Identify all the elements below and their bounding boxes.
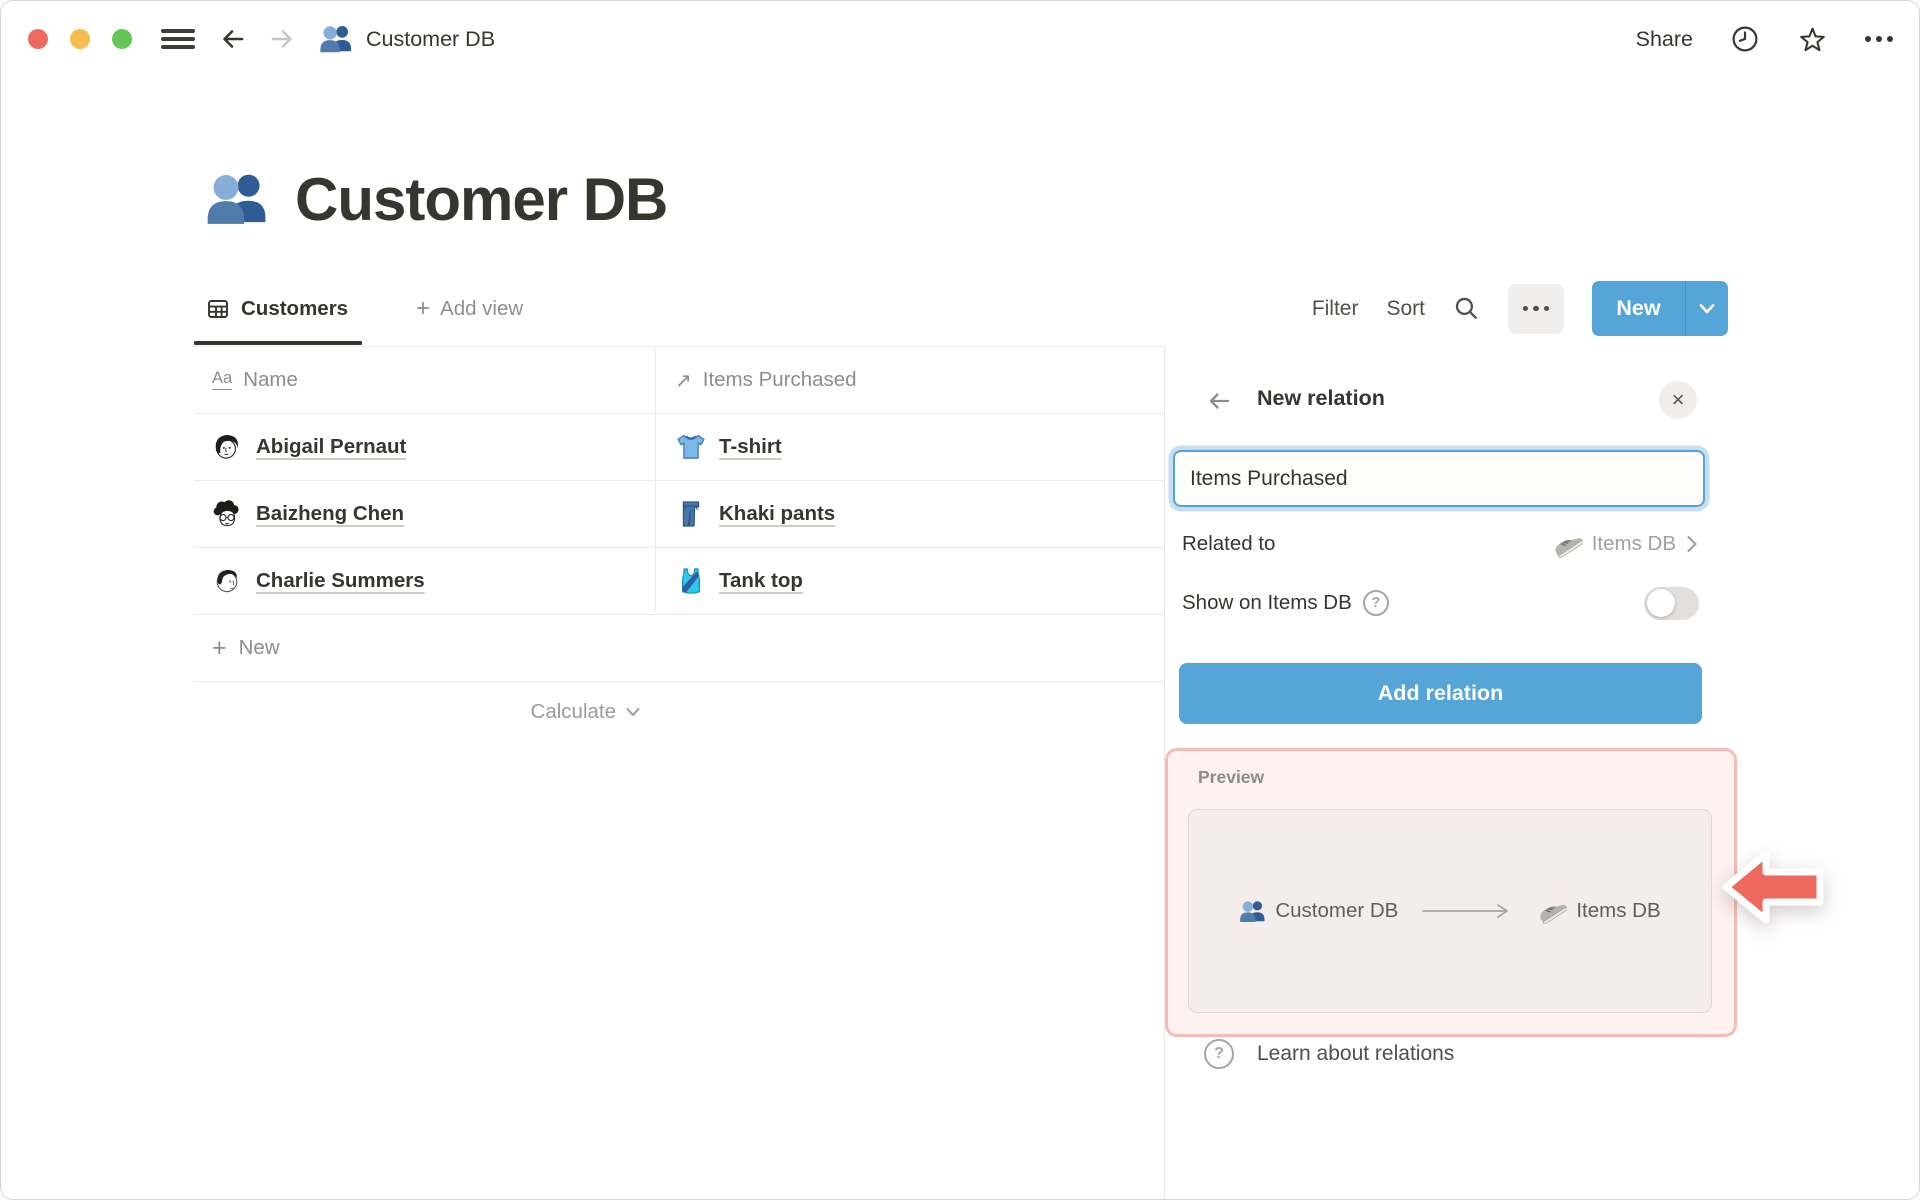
breadcrumb-title: Customer DB (366, 26, 496, 51)
preview-highlight-box: Preview Customer DB Items DB (1165, 748, 1737, 1037)
back-arrow-icon[interactable] (217, 23, 249, 55)
column-divider[interactable] (655, 346, 656, 611)
close-icon[interactable]: × (1659, 381, 1697, 419)
related-to-row[interactable]: Related to Items DB (1173, 520, 1705, 568)
record-name-link[interactable]: Charlie Summers (256, 569, 425, 593)
preview-label: Preview (1198, 767, 1265, 787)
annotation-arrow-icon (1722, 850, 1824, 924)
record-name-link[interactable]: Baizheng Chen (256, 502, 404, 526)
relation-item-link[interactable]: Tank top (719, 569, 803, 593)
relation-preview-card: Customer DB Items DB (1188, 809, 1712, 1013)
learn-about-relations-link[interactable]: ? Learn about relations (1204, 1039, 1454, 1069)
t-shirt-icon (677, 434, 705, 459)
panel-back-icon[interactable] (1204, 386, 1234, 416)
people-icon (1240, 900, 1265, 922)
add-relation-button[interactable]: Add relation (1179, 663, 1702, 724)
relation-item-link[interactable]: T-shirt (719, 435, 782, 459)
chevron-down-icon[interactable] (1686, 281, 1728, 336)
new-record-label[interactable]: New (1592, 281, 1685, 336)
breadcrumb[interactable]: Customer DB (319, 1, 495, 77)
preview-source: Customer DB (1239, 898, 1398, 925)
customers-table: Aa Name ↗ Items Purchased Abigail Pernau… (194, 346, 1164, 742)
add-view-button[interactable]: + Add view (416, 271, 523, 346)
close-window-button[interactable] (28, 29, 48, 49)
record-name-link[interactable]: Abigail Pernaut (256, 435, 406, 459)
related-to-value[interactable]: Items DB (1551, 531, 1699, 558)
name-cell[interactable]: Abigail Pernaut (194, 414, 655, 480)
avatar-charlie (216, 569, 238, 593)
plus-icon: + (212, 633, 227, 662)
window-controls (28, 29, 132, 49)
share-button[interactable]: Share (1636, 27, 1693, 52)
show-on-toggle[interactable] (1644, 586, 1699, 620)
new-row-button[interactable]: + New (194, 615, 1164, 682)
table-row: Abigail Pernaut T-shirt (194, 414, 1164, 481)
page-title-text: Customer DB (295, 165, 668, 233)
toggle-knob (1646, 589, 1675, 617)
chevron-down-icon (626, 708, 640, 716)
long-arrow-icon (1422, 904, 1509, 918)
more-options-icon[interactable] (1865, 36, 1893, 42)
relation-name-input[interactable] (1173, 450, 1705, 507)
table-view-icon (208, 299, 228, 318)
panel-title: New relation (1257, 386, 1385, 410)
favorite-star-icon[interactable] (1797, 24, 1828, 55)
column-header-name[interactable]: Aa Name (194, 346, 655, 413)
zoom-window-button[interactable] (112, 29, 132, 49)
search-icon[interactable] (1453, 295, 1480, 322)
new-record-button[interactable]: New (1592, 281, 1728, 336)
page-title: Customer DB (205, 151, 668, 247)
jeans-icon (682, 501, 700, 527)
view-controls: Filter Sort New (1312, 271, 1728, 346)
table-header-row: Aa Name ↗ Items Purchased (194, 346, 1164, 414)
title-bar: Customer DB Share (1, 1, 1919, 77)
items-cell[interactable]: Khaki pants (655, 481, 1164, 547)
view-bar: Customers + Add view Filter Sort New (194, 271, 1728, 347)
table-row: Baizheng Chen Khaki pants (194, 481, 1164, 548)
sneaker-icon (1537, 898, 1568, 924)
table-row: Charlie Summers Tank top (194, 548, 1164, 615)
name-cell[interactable]: Baizheng Chen (194, 481, 655, 547)
forward-arrow-icon[interactable] (266, 23, 298, 55)
people-icon (207, 174, 266, 224)
items-cell[interactable]: T-shirt (655, 414, 1164, 480)
notion-window: Customer DB Share Customer DB Customers … (0, 0, 1920, 1200)
sort-button[interactable]: Sort (1386, 297, 1425, 321)
relation-item-link[interactable]: Khaki pants (719, 502, 835, 526)
name-cell[interactable]: Charlie Summers (194, 548, 655, 614)
plus-icon: + (416, 294, 431, 322)
help-icon[interactable]: ? (1362, 590, 1389, 616)
chevron-right-icon (1687, 535, 1697, 553)
tab-customers[interactable]: Customers (194, 271, 363, 346)
new-relation-panel: New relation × Related to Items DB Show … (1165, 346, 1919, 1199)
relation-property-icon: ↗ (675, 367, 692, 392)
show-on-row: Show on Items DB ? (1173, 579, 1705, 627)
question-icon: ? (1204, 1039, 1234, 1069)
tank-top-icon (681, 568, 701, 594)
preview-target: Items DB (1536, 898, 1661, 924)
title-property-icon: Aa (212, 369, 233, 390)
sneaker-icon (1552, 531, 1583, 558)
items-cell[interactable]: Tank top (655, 548, 1164, 614)
people-icon (320, 26, 352, 53)
column-header-items-purchased[interactable]: ↗ Items Purchased (655, 346, 1164, 413)
minimize-window-button[interactable] (70, 29, 90, 49)
calculate-button[interactable]: Calculate (194, 682, 655, 742)
updates-clock-icon[interactable] (1730, 24, 1760, 54)
topbar-actions: Share (1636, 1, 1893, 77)
view-more-options-icon[interactable] (1508, 283, 1564, 334)
filter-button[interactable]: Filter (1312, 297, 1359, 321)
avatar-baizheng (213, 500, 239, 527)
avatar-abigail (215, 435, 239, 459)
tab-customers-label: Customers (241, 296, 349, 320)
sidebar-menu-icon[interactable] (161, 29, 195, 49)
